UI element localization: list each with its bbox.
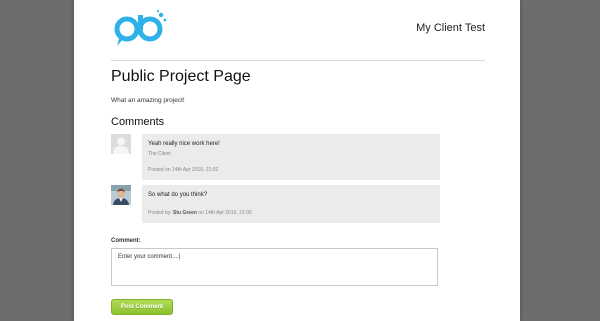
pb-logo-icon[interactable] xyxy=(114,9,168,47)
comment-label: Comment: xyxy=(111,238,141,244)
client-name: My Client Test xyxy=(416,22,485,34)
comment-meta-prefix: Posted by: xyxy=(148,210,174,216)
post-comment-button[interactable]: Post Comment xyxy=(111,299,173,315)
page-title: Public Project Page xyxy=(111,68,251,85)
comment-input[interactable]: Enter your comment....| xyxy=(111,248,438,286)
comment-text: Yeah really nice work here! xyxy=(148,141,220,147)
comment-meta: Posted by: Stu Green on 14th Apr 2010, 2… xyxy=(148,210,252,216)
comment-text: So what do you think? xyxy=(148,192,208,198)
user-photo-avatar-icon xyxy=(111,185,131,205)
default-person-avatar-icon xyxy=(111,134,131,154)
comment-meta: Posted on 14th Apr 2010, 21:02 xyxy=(148,167,219,173)
comment-item: So what do you think? Posted by: Stu Gre… xyxy=(111,185,440,223)
comment-author: Stu Green xyxy=(173,210,197,216)
page-container: My Client Test Public Project Page What … xyxy=(74,0,520,321)
comment-bubble: Yeah really nice work here! The Client P… xyxy=(142,134,440,180)
project-description: What an amazing project! xyxy=(111,97,185,104)
comment-author: The Client xyxy=(148,151,171,157)
comment-meta-date: on 14th Apr 2010, 21:00 xyxy=(196,210,252,216)
comment-item: Yeah really nice work here! The Client P… xyxy=(111,134,440,180)
comment-bubble: So what do you think? Posted by: Stu Gre… xyxy=(142,185,440,223)
comments-heading: Comments xyxy=(111,116,165,128)
header-divider xyxy=(111,60,485,61)
